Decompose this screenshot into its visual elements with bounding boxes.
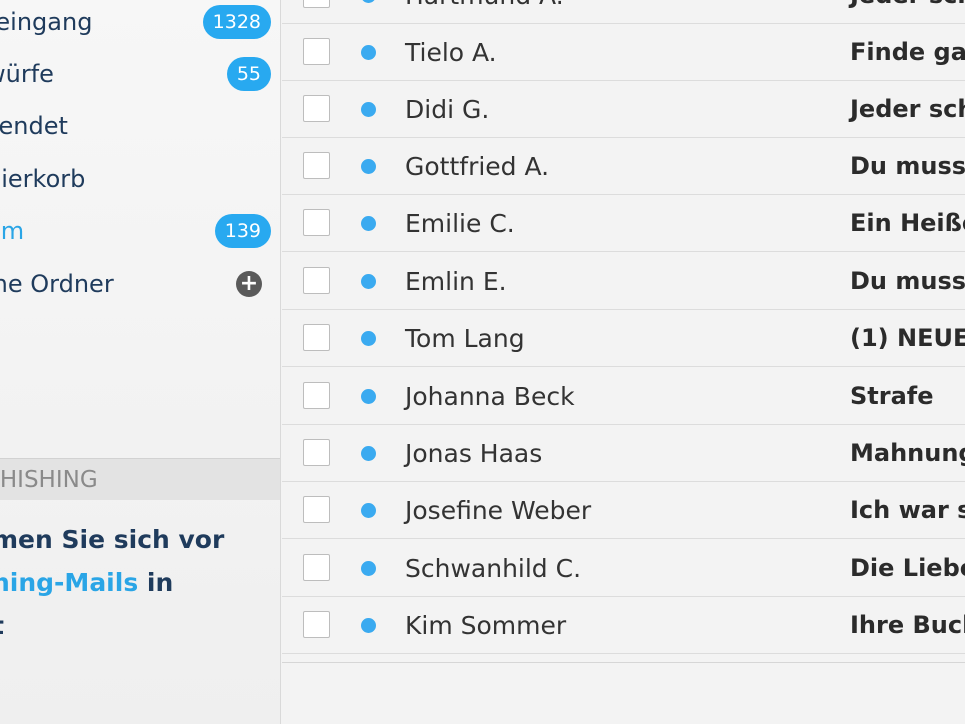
folder-label: teingang [0, 8, 93, 36]
mail-subject: Jeder sch [850, 0, 965, 24]
phishing-line-1: men Sie sich vor [0, 525, 225, 554]
unread-dot-icon [361, 503, 376, 518]
folder-label: am [0, 217, 25, 245]
mail-row[interactable]: Kim Sommer Ihre Buch [282, 597, 965, 654]
folder-label: pierkorb [0, 165, 86, 193]
unread-badge: 1328 [202, 5, 271, 39]
mail-subject: (1) NEUE [850, 324, 965, 352]
mail-sender: Schwanhild C. [405, 554, 582, 583]
folder-sent[interactable]: sendet [0, 100, 280, 152]
folder-spam[interactable]: am 139 [0, 205, 280, 257]
folder-my-folders[interactable]: ine Ordner + [0, 258, 280, 310]
mail-sender: Josefine Weber [405, 496, 592, 525]
mail-row[interactable]: Josefine Weber Ich war se [282, 482, 965, 539]
mail-sender: Tom Lang [405, 324, 525, 353]
mail-select-checkbox[interactable] [303, 152, 330, 179]
mail-row[interactable]: Didi G. Jeder schl [282, 81, 965, 138]
mail-row[interactable]: Johanna Beck Strafe [282, 368, 965, 425]
unread-dot-icon [361, 331, 376, 346]
phishing-line-2: hing-Mails in [0, 561, 280, 604]
sidebar: teingang 1328 würfe 55 sendet pierkorb a… [0, 0, 281, 724]
mail-sender: Jonas Haas [405, 439, 543, 468]
mail-sender: Hartmund A. [405, 0, 564, 24]
mail-select-checkbox[interactable] [303, 554, 330, 581]
unread-dot-icon [361, 274, 376, 289]
mail-sender: Emlin E. [405, 267, 507, 296]
mail-select-checkbox[interactable] [303, 267, 330, 294]
mail-subject: Die Liebe [850, 554, 965, 582]
folder-label: sendet [0, 112, 68, 140]
add-folder-icon[interactable]: + [236, 271, 262, 297]
unread-dot-icon [361, 446, 376, 461]
mail-sender: Kim Sommer [405, 611, 567, 640]
mail-select-checkbox[interactable] [303, 209, 330, 236]
mail-select-checkbox[interactable] [303, 95, 330, 122]
folder-label: ine Ordner [0, 270, 114, 298]
mail-select-checkbox[interactable] [303, 324, 330, 351]
mail-select-checkbox[interactable] [303, 611, 330, 638]
folder-label: würfe [0, 60, 54, 88]
mail-subject: Du musst [850, 152, 965, 180]
mail-row[interactable]: Emlin E. Du musst [282, 253, 965, 310]
mail-subject: Ihre Buch [850, 611, 965, 639]
mail-subject: Finde gar [850, 38, 965, 66]
folder-trash[interactable]: pierkorb [0, 153, 280, 205]
mail-subject: Du musst [850, 267, 965, 295]
unread-dot-icon [361, 618, 376, 633]
mail-subject: Ich war se [850, 496, 965, 524]
unread-dot-icon [361, 102, 376, 117]
unread-dot-icon [361, 389, 376, 404]
unread-dot-icon [361, 216, 376, 231]
mail-row[interactable]: Tielo A. Finde gar [282, 24, 965, 81]
mail-subject: Jeder schl [850, 95, 965, 123]
mail-row[interactable]: Gottfried A. Du musst [282, 138, 965, 195]
mail-row[interactable]: Hartmund A. Jeder sch [282, 0, 965, 24]
mail-select-checkbox[interactable] [303, 496, 330, 523]
mail-row[interactable]: Schwanhild C. Die Liebe [282, 540, 965, 597]
mail-list: Hartmund A. Jeder sch Tielo A. Finde gar… [282, 0, 965, 724]
mail-subject: Mahnung [850, 439, 965, 467]
mail-row[interactable]: Jonas Haas Mahnung [282, 425, 965, 482]
phishing-line-2-rest: in [138, 568, 174, 597]
mail-row[interactable]: Tom Lang (1) NEUE [282, 310, 965, 367]
mail-subject: Strafe [850, 382, 934, 410]
phishing-line-3: t [0, 604, 280, 647]
mail-select-checkbox[interactable] [303, 439, 330, 466]
mail-list-footer [282, 662, 965, 724]
mail-select-checkbox[interactable] [303, 382, 330, 409]
unread-dot-icon [361, 45, 376, 60]
mail-sender: Johanna Beck [405, 382, 575, 411]
phishing-section-header: PHISHING [0, 458, 280, 500]
mail-select-checkbox[interactable] [303, 0, 330, 8]
unread-dot-icon [361, 0, 376, 3]
mail-sender: Didi G. [405, 95, 490, 124]
unread-badge: 55 [226, 57, 271, 91]
phishing-mails-link[interactable]: hing-Mails [0, 568, 138, 597]
mail-sender: Emilie C. [405, 209, 515, 238]
phishing-notice: men Sie sich vor hing-Mails in t [0, 518, 280, 647]
mail-select-checkbox[interactable] [303, 38, 330, 65]
mail-sender: Gottfried A. [405, 152, 550, 181]
mail-subject: Ein Heiße [850, 209, 965, 237]
folder-inbox[interactable]: teingang 1328 [0, 0, 280, 48]
phishing-header-label: PHISHING [0, 467, 98, 493]
folder-drafts[interactable]: würfe 55 [0, 48, 280, 100]
unread-dot-icon [361, 561, 376, 576]
mail-row[interactable]: Emilie C. Ein Heiße [282, 195, 965, 252]
unread-dot-icon [361, 159, 376, 174]
mail-sender: Tielo A. [405, 38, 497, 67]
unread-badge: 139 [214, 214, 271, 248]
